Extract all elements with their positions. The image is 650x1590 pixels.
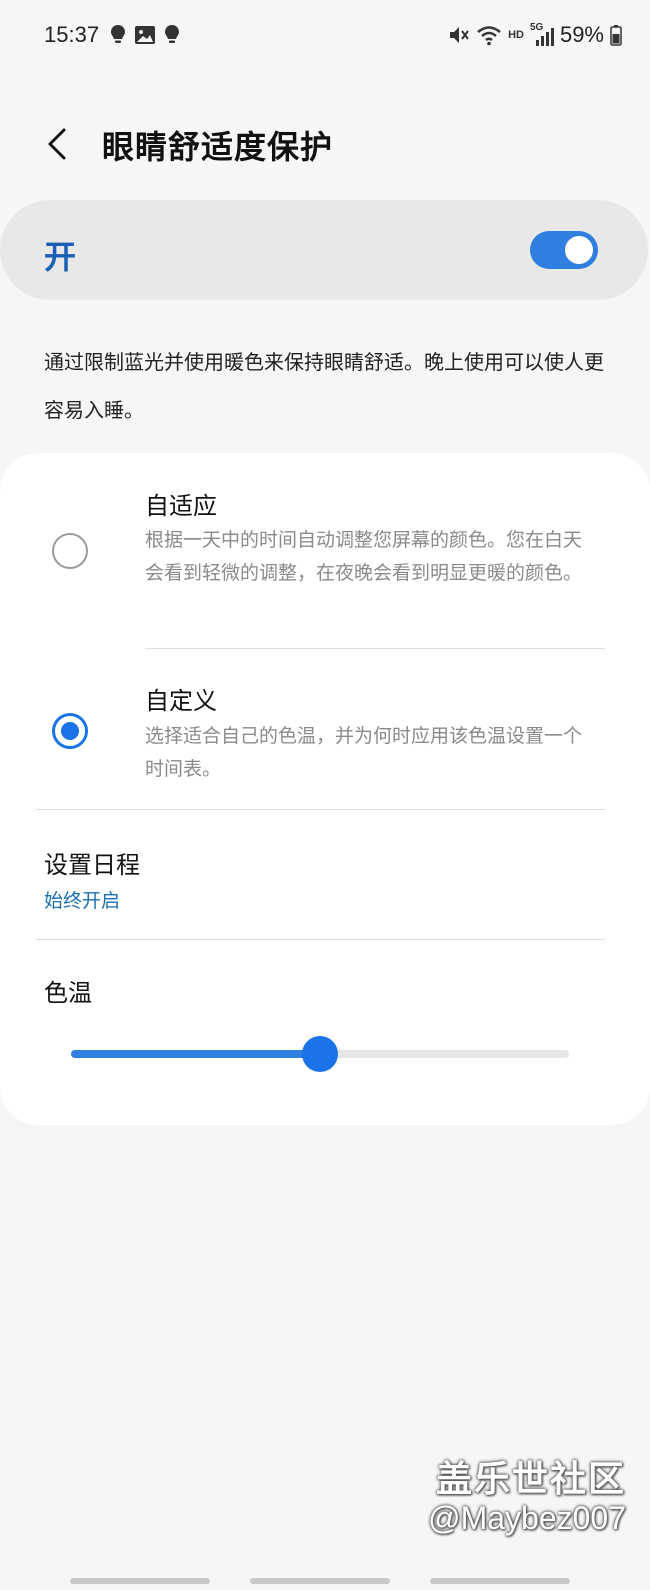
gesture-navigation-bar (0, 1572, 650, 1590)
option-adaptive[interactable]: 自适应 根据一天中的时间自动调整您屏幕的颜色。您在白天会看到轻微的调整，在夜晚会… (0, 453, 650, 648)
schedule-value: 始终开启 (44, 890, 121, 912)
color-temperature-title: 色温 (44, 979, 92, 1007)
system-icons: HD 5G 59% (448, 22, 622, 48)
page-title: 眼睛舒适度保护 (102, 128, 334, 166)
divider (36, 939, 605, 940)
option-description: 根据一天中的时间自动调整您屏幕的颜色。您在白天会看到轻微的调整，在夜晚会看到明显… (145, 529, 583, 584)
radio-custom[interactable] (52, 713, 88, 749)
switch-knob (563, 234, 595, 266)
header: 眼睛舒适度保护 (0, 110, 650, 180)
nav-hint-left[interactable] (70, 1578, 210, 1584)
toggle-label: 开 (44, 238, 77, 276)
feature-description: 通过限制蓝光并使用暖色来保持眼睛舒适。晚上使用可以使人更容易入睡。 (44, 350, 604, 422)
master-switch[interactable] (530, 231, 598, 269)
wifi-icon (477, 26, 501, 46)
bulb-icon (165, 25, 179, 43)
watermark-community: 盖乐世社区 (435, 1459, 626, 1500)
schedule-title: 设置日程 (44, 851, 140, 879)
chevron-left-icon (48, 128, 66, 160)
option-custom[interactable]: 自定义 选择适合自己的色温，并为何时应用该色温设置一个时间表。 (0, 649, 650, 809)
radio-adaptive[interactable] (52, 533, 88, 569)
slider-fill (71, 1050, 320, 1058)
color-temperature-slider[interactable] (71, 1036, 569, 1072)
battery-icon (610, 25, 622, 46)
nav-hint-right[interactable] (430, 1578, 570, 1584)
status-bar: 15:37 HD 5G 59% (0, 0, 650, 70)
image-icon (135, 26, 155, 44)
back-button[interactable] (38, 124, 78, 164)
notification-icons (110, 24, 180, 46)
status-time: 15:37 (44, 22, 100, 47)
option-description: 选择适合自己的色温，并为何时应用该色温设置一个时间表。 (145, 725, 583, 780)
bulb-icon (111, 25, 125, 43)
mute-icon (450, 27, 469, 43)
slider-thumb[interactable] (302, 1036, 338, 1072)
hd-icon: HD (508, 29, 524, 41)
watermark-user: @Maybez007 (428, 1500, 626, 1536)
settings-card: 自适应 根据一天中的时间自动调整您屏幕的颜色。您在白天会看到轻微的调整，在夜晚会… (0, 453, 650, 1125)
nav-hint-center[interactable] (250, 1578, 390, 1584)
master-toggle-row[interactable]: 开 (0, 200, 648, 300)
option-title: 自定义 (145, 687, 217, 715)
signal-5g-icon: 5G (530, 22, 554, 46)
option-title: 自适应 (145, 492, 217, 520)
battery-percent: 59% (559, 22, 604, 47)
